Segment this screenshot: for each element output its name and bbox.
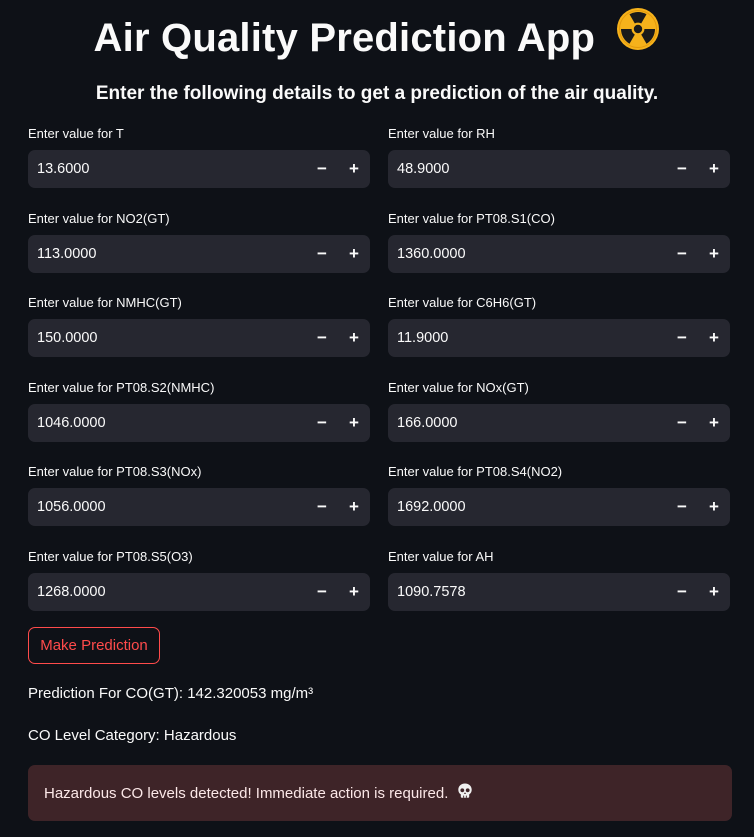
increment-button[interactable]: +: [698, 150, 730, 188]
number-input-nox[interactable]: 166.0000 − +: [388, 403, 730, 442]
field-label: Enter value for RH: [388, 126, 495, 141]
field-pt08-s2: Enter value for PT08.S2(NMHC) 1046.0000 …: [28, 378, 370, 463]
number-input-value[interactable]: 1046.0000: [28, 415, 306, 431]
skull-icon: [456, 782, 474, 804]
field-pt08-s1: Enter value for PT08.S1(CO) 1360.0000 − …: [388, 209, 730, 294]
number-input-no2[interactable]: 113.0000 − +: [28, 234, 370, 273]
field-t: Enter value for T 13.6000 − +: [28, 124, 370, 209]
page-title-text: Air Quality Prediction App: [93, 16, 596, 60]
increment-button[interactable]: +: [698, 404, 730, 442]
increment-button[interactable]: +: [338, 404, 370, 442]
increment-button[interactable]: +: [338, 319, 370, 357]
decrement-button[interactable]: −: [306, 150, 338, 188]
increment-button[interactable]: +: [338, 235, 370, 273]
make-prediction-button[interactable]: Make Prediction: [28, 627, 160, 664]
decrement-button[interactable]: −: [666, 150, 698, 188]
field-label: Enter value for T: [28, 126, 124, 141]
field-label: Enter value for PT08.S4(NO2): [388, 464, 563, 480]
number-input-pt08-s2[interactable]: 1046.0000 − +: [28, 403, 370, 442]
page-subtitle: Enter the following details to get a pre…: [95, 83, 659, 104]
field-label: Enter value for PT08.S2(NMHC): [28, 379, 215, 395]
field-label: Enter value for PT08.S5(O3): [28, 548, 193, 564]
number-input-pt08-s4[interactable]: 1692.0000 − +: [388, 488, 730, 527]
field-pt08-s3: Enter value for PT08.S3(NOx) 1056.0000 −…: [28, 462, 370, 547]
app-page: Air Quality Prediction App Enter the fol…: [0, 0, 754, 837]
number-input-value[interactable]: 113.0000: [28, 246, 306, 262]
field-pt08-s5: Enter value for PT08.S5(O3) 1268.0000 − …: [28, 547, 370, 632]
co-category-text: CO Level Category: Hazardous: [28, 727, 237, 744]
number-input-rh[interactable]: 48.9000 − +: [388, 150, 730, 188]
field-label: Enter value for PT08.S1(CO): [388, 210, 555, 226]
increment-button[interactable]: +: [698, 573, 730, 611]
number-input-value[interactable]: 1692.0000: [388, 499, 666, 515]
decrement-button[interactable]: −: [666, 488, 698, 526]
field-ah: Enter value for AH 1090.7578 − +: [388, 547, 730, 632]
increment-button[interactable]: +: [338, 488, 370, 526]
increment-button[interactable]: +: [698, 488, 730, 526]
number-input-value[interactable]: 48.9000: [388, 161, 666, 177]
field-nmhc: Enter value for NMHC(GT) 150.0000 − +: [28, 293, 370, 378]
number-input-value[interactable]: 13.6000: [28, 161, 306, 177]
field-label: Enter value for NO2(GT): [28, 210, 170, 226]
hazard-alert-message: Hazardous CO levels detected! Immediate …: [44, 784, 449, 802]
radioactive-icon: [616, 7, 660, 66]
field-nox: Enter value for NOx(GT) 166.0000 − +: [388, 378, 730, 463]
number-input-pt08-s1[interactable]: 1360.0000 − +: [388, 234, 730, 273]
number-input-value[interactable]: 1360.0000: [388, 246, 666, 262]
decrement-button[interactable]: −: [666, 235, 698, 273]
number-input-value[interactable]: 1268.0000: [28, 584, 306, 600]
decrement-button[interactable]: −: [306, 488, 338, 526]
field-label: Enter value for NMHC(GT): [28, 295, 182, 311]
field-rh: Enter value for RH 48.9000 − +: [388, 124, 730, 209]
number-input-t[interactable]: 13.6000 − +: [28, 150, 370, 188]
number-input-value[interactable]: 1090.7578: [388, 584, 666, 600]
field-label: Enter value for AH: [388, 548, 494, 564]
hazard-alert: Hazardous CO levels detected! Immediate …: [28, 765, 732, 821]
field-label: Enter value for PT08.S3(NOx): [28, 464, 202, 480]
number-input-value[interactable]: 150.0000: [28, 330, 306, 346]
field-label: Enter value for C6H6(GT): [388, 295, 537, 311]
field-label: Enter value for NOx(GT): [388, 379, 529, 395]
increment-button[interactable]: +: [338, 150, 370, 188]
number-input-pt08-s5[interactable]: 1268.0000 − +: [28, 572, 370, 611]
number-input-value[interactable]: 166.0000: [388, 415, 666, 431]
number-input-c6h6[interactable]: 11.9000 − +: [388, 319, 730, 358]
number-input-ah[interactable]: 1090.7578 − +: [388, 572, 730, 611]
number-input-value[interactable]: 11.9000: [388, 330, 666, 346]
decrement-button[interactable]: −: [666, 573, 698, 611]
decrement-button[interactable]: −: [306, 573, 338, 611]
increment-button[interactable]: +: [698, 319, 730, 357]
input-grid: Enter value for T 13.6000 − + Enter valu…: [28, 124, 732, 632]
number-input-nmhc[interactable]: 150.0000 − +: [28, 319, 370, 358]
page-title: Air Quality Prediction App: [0, 7, 754, 66]
field-pt08-s4: Enter value for PT08.S4(NO2) 1692.0000 −…: [388, 462, 730, 547]
number-input-value[interactable]: 1056.0000: [28, 499, 306, 515]
number-input-pt08-s3[interactable]: 1056.0000 − +: [28, 488, 370, 527]
increment-button[interactable]: +: [338, 573, 370, 611]
field-no2: Enter value for NO2(GT) 113.0000 − +: [28, 209, 370, 294]
decrement-button[interactable]: −: [306, 404, 338, 442]
decrement-button[interactable]: −: [666, 319, 698, 357]
prediction-result-text: Prediction For CO(GT): 142.320053 mg/m³: [28, 685, 314, 702]
decrement-button[interactable]: −: [666, 404, 698, 442]
field-c6h6: Enter value for C6H6(GT) 11.9000 − +: [388, 293, 730, 378]
decrement-button[interactable]: −: [306, 235, 338, 273]
decrement-button[interactable]: −: [306, 319, 338, 357]
increment-button[interactable]: +: [698, 235, 730, 273]
